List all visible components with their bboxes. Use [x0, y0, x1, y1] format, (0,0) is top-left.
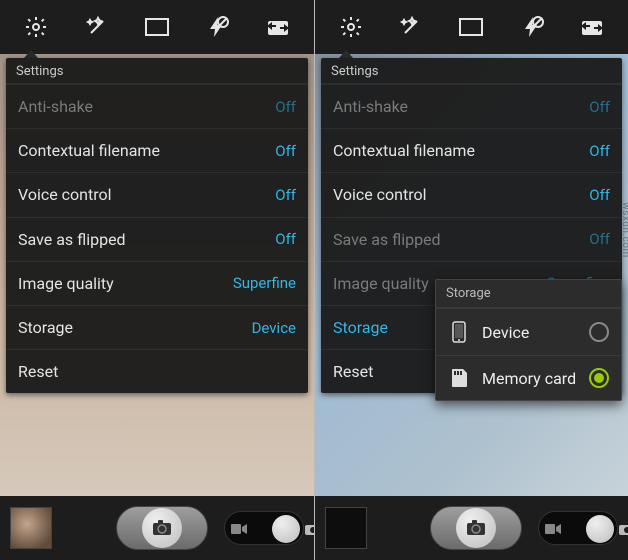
row-label: Save as flipped [333, 230, 441, 249]
row-contextual-filename[interactable]: Contextual filename Off [6, 128, 308, 172]
sdcard-icon [448, 368, 470, 388]
top-toolbar [0, 0, 314, 54]
gear-icon[interactable] [329, 5, 373, 49]
row-voice-control[interactable]: Voice control Off [321, 172, 622, 216]
row-value: Off [589, 230, 610, 248]
row-contextual-filename[interactable]: Contextual filename Off [321, 128, 622, 172]
gear-icon[interactable] [14, 5, 58, 49]
storage-option-label: Memory card [482, 369, 577, 388]
row-label: Contextual filename [18, 141, 160, 160]
flash-off-icon[interactable] [195, 5, 239, 49]
row-value: Off [275, 98, 296, 116]
mode-toggle[interactable] [538, 511, 618, 545]
video-icon [545, 520, 561, 539]
row-value: Superfine [233, 274, 296, 292]
shutter-button[interactable] [116, 506, 208, 550]
camera-icon [619, 520, 628, 539]
storage-option-device[interactable]: Device [436, 308, 621, 355]
row-label: Voice control [18, 185, 112, 204]
row-value: Off [275, 186, 296, 204]
mode-knob [272, 515, 300, 543]
row-image-quality[interactable]: Image quality Superfine [6, 261, 308, 305]
row-value: Off [589, 186, 610, 204]
top-toolbar [315, 0, 628, 54]
rect-icon[interactable] [449, 5, 493, 49]
watermark: wsxdn.com [621, 202, 628, 258]
screen-left: Settings Anti-shake Off Contextual filen… [0, 0, 314, 560]
rect-icon[interactable] [135, 5, 179, 49]
panel-arrow [339, 50, 353, 58]
flash-off-icon[interactable] [510, 5, 554, 49]
row-label: Reset [18, 362, 58, 381]
switch-camera-icon[interactable] [256, 5, 300, 49]
radio-unchecked[interactable] [589, 322, 609, 342]
row-value: Off [275, 142, 296, 160]
panel-title: Settings [321, 58, 622, 84]
row-value: Device [252, 319, 296, 337]
row-label: Storage [18, 318, 73, 337]
row-value: Off [589, 98, 610, 116]
wand-icon[interactable] [75, 5, 119, 49]
row-label: Voice control [333, 185, 427, 204]
mode-toggle[interactable] [224, 511, 304, 545]
row-value: Off [275, 230, 296, 248]
row-label: Image quality [18, 274, 114, 293]
row-label: Contextual filename [333, 141, 475, 160]
storage-option-memory-card[interactable]: Memory card [436, 355, 621, 400]
row-storage[interactable]: Storage Device [6, 305, 308, 349]
row-anti-shake[interactable]: Anti-shake Off [321, 84, 622, 128]
settings-panel: Settings Anti-shake Off Contextual filen… [6, 58, 308, 393]
storage-dialog-title: Storage [436, 280, 621, 308]
video-icon [231, 520, 247, 539]
row-label: Anti-shake [333, 97, 408, 116]
row-label: Save as flipped [18, 230, 126, 249]
gallery-thumbnail[interactable] [10, 507, 52, 549]
switch-camera-icon[interactable] [570, 5, 614, 49]
gallery-thumbnail[interactable] [325, 507, 367, 549]
storage-option-label: Device [482, 323, 577, 342]
panel-title: Settings [6, 58, 308, 84]
row-voice-control[interactable]: Voice control Off [6, 172, 308, 216]
radio-checked[interactable] [589, 368, 609, 388]
bottom-bar [0, 496, 314, 560]
camera-icon [305, 520, 314, 539]
phone-icon [448, 321, 470, 343]
row-anti-shake[interactable]: Anti-shake Off [6, 84, 308, 128]
wand-icon[interactable] [389, 5, 433, 49]
shutter-button[interactable] [430, 506, 522, 550]
row-label: Reset [333, 362, 373, 381]
row-label: Storage [333, 318, 388, 337]
row-label: Anti-shake [18, 97, 93, 116]
row-reset[interactable]: Reset [6, 349, 308, 393]
row-save-as-flipped[interactable]: Save as flipped Off [321, 217, 622, 261]
row-label: Image quality [333, 274, 429, 293]
row-save-as-flipped[interactable]: Save as flipped Off [6, 217, 308, 261]
storage-dialog: Storage Device Memory card [435, 279, 622, 401]
bottom-bar [315, 496, 628, 560]
panel-arrow [24, 50, 38, 58]
screen-right: Settings Anti-shake Off Contextual filen… [314, 0, 628, 560]
mode-knob [586, 515, 614, 543]
row-value: Off [589, 142, 610, 160]
